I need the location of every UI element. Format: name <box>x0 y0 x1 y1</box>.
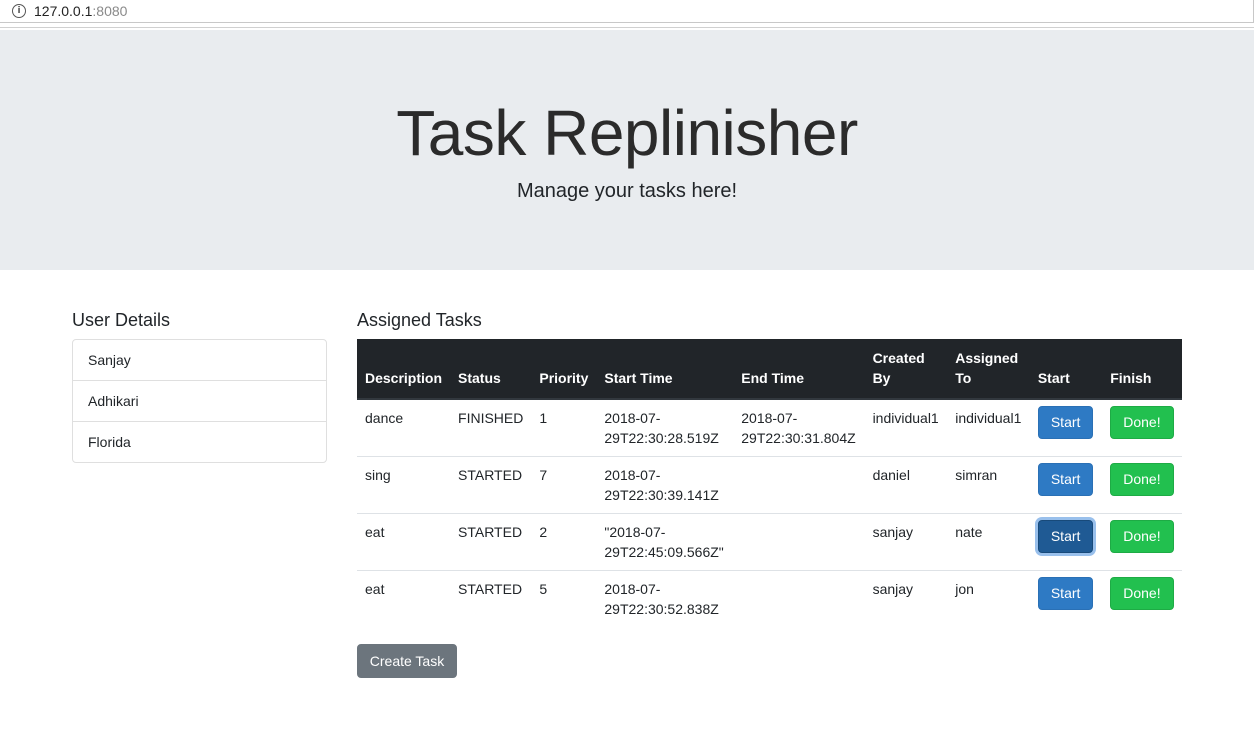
table-row: eat STARTED 5 2018-07-29T22:30:52.838Z s… <box>357 569 1182 627</box>
cell-finish: Done! <box>1102 512 1182 570</box>
url-port: :8080 <box>92 3 128 19</box>
cell-status: FINISHED <box>458 410 524 426</box>
page-title: Task Replinisher <box>396 97 858 169</box>
cell-start-time: 2018-07-29T22:30:39.141Z <box>596 455 734 513</box>
jumbotron: Task Replinisher Manage your tasks here! <box>0 30 1254 270</box>
page-subtitle: Manage your tasks here! <box>516 180 738 202</box>
cell-end-time <box>733 569 865 627</box>
table-row: eat STARTED 2 "2018-07-29T22:45:09.566Z"… <box>357 512 1182 570</box>
done-button[interactable]: Done! <box>1110 462 1174 496</box>
cell-created-by: daniel <box>864 455 948 513</box>
column-header-assigned-to: Assigned To <box>947 339 1030 400</box>
done-button[interactable]: Done! <box>1110 406 1174 439</box>
user-detail-item: Florida <box>88 434 131 450</box>
cell-finish: Done! <box>1102 399 1182 456</box>
user-detail-item: Sanjay <box>73 340 326 381</box>
cell-finish: Done! <box>1102 569 1182 627</box>
column-header-description: Description <box>357 339 451 400</box>
start-button[interactable]: Start <box>1037 519 1094 553</box>
assigned-tasks-title: Assigned Tasks <box>357 310 482 330</box>
cell-end-time <box>733 455 865 513</box>
cell-description: eat <box>357 512 451 570</box>
cell-created-by: individual1 <box>872 410 939 426</box>
cell-start: Start <box>1030 399 1102 456</box>
cell-created-by: sanjay <box>864 512 948 570</box>
column-header-created-by: Created By <box>864 339 948 400</box>
cell-description: eat <box>357 569 451 627</box>
cell-assigned-to: nate <box>947 512 1030 570</box>
cell-status: STARTED <box>450 455 532 513</box>
column-header-end-time: End Time <box>733 339 865 400</box>
start-button[interactable]: Start <box>1037 406 1094 439</box>
start-button[interactable]: Start <box>1037 462 1094 496</box>
info-icon[interactable]: i <box>12 4 26 18</box>
cell-end-time <box>733 512 865 570</box>
cell-priority: 7 <box>531 455 597 513</box>
cell-start-time: 2018-07-29T22:30:52.838Z <box>596 569 734 627</box>
cell-start-time: "2018-07-29T22:45:09.566Z" <box>596 512 734 570</box>
start-button[interactable]: Start <box>1037 576 1094 610</box>
cell-status: STARTED <box>450 569 532 627</box>
cell-description: sing <box>357 455 451 513</box>
cell-created-by: sanjay <box>864 569 948 627</box>
cell-assigned-to: simran <box>947 455 1030 513</box>
cell-description: dance <box>365 410 404 426</box>
column-header-priority: Priority <box>531 339 597 400</box>
browser-address-bar: i 127.0.0.1:8080 <box>0 0 1254 28</box>
cell-start: Start <box>1029 569 1103 627</box>
cell-start-time: 2018-07-29T22:30:28.519Z <box>604 410 719 446</box>
cell-end-time: 2018-07-29T22:30:31.804Z <box>741 410 856 446</box>
create-task-button[interactable]: Create Task <box>357 644 457 678</box>
cell-assigned-to: jon <box>947 569 1030 627</box>
column-header-start: Start <box>1029 339 1103 400</box>
tasks-table: Description Status Priority Start Time E… <box>357 339 1182 627</box>
column-header-finish: Finish <box>1102 339 1182 400</box>
user-details-title: User Details <box>72 310 171 330</box>
table-row: sing STARTED 7 2018-07-29T22:30:39.141Z … <box>357 455 1182 513</box>
cell-priority: 5 <box>531 569 597 627</box>
url-field[interactable]: i 127.0.0.1:8080 <box>0 0 1254 23</box>
user-details-list: Sanjay Adhikari Florida <box>72 339 327 463</box>
cell-status: STARTED <box>450 512 532 570</box>
cell-assigned-to: individual1 <box>955 410 1022 426</box>
done-button[interactable]: Done! <box>1110 576 1174 610</box>
table-header-row: Description Status Priority Start Time E… <box>357 339 1182 400</box>
column-header-start-time: Start Time <box>596 339 734 400</box>
column-header-status: Status <box>450 339 532 400</box>
user-detail-item: Adhikari <box>73 381 326 422</box>
cell-start: Start <box>1029 455 1103 513</box>
table-row: dance FINISHED 1 2018-07-29T22:30:28.519… <box>357 399 1182 456</box>
cell-priority: 1 <box>539 410 548 426</box>
url-host: 127.0.0.1 <box>34 3 93 19</box>
cell-priority: 2 <box>531 512 597 570</box>
cell-start: Start <box>1029 512 1103 570</box>
cell-finish: Done! <box>1102 455 1182 513</box>
done-button[interactable]: Done! <box>1110 519 1174 553</box>
